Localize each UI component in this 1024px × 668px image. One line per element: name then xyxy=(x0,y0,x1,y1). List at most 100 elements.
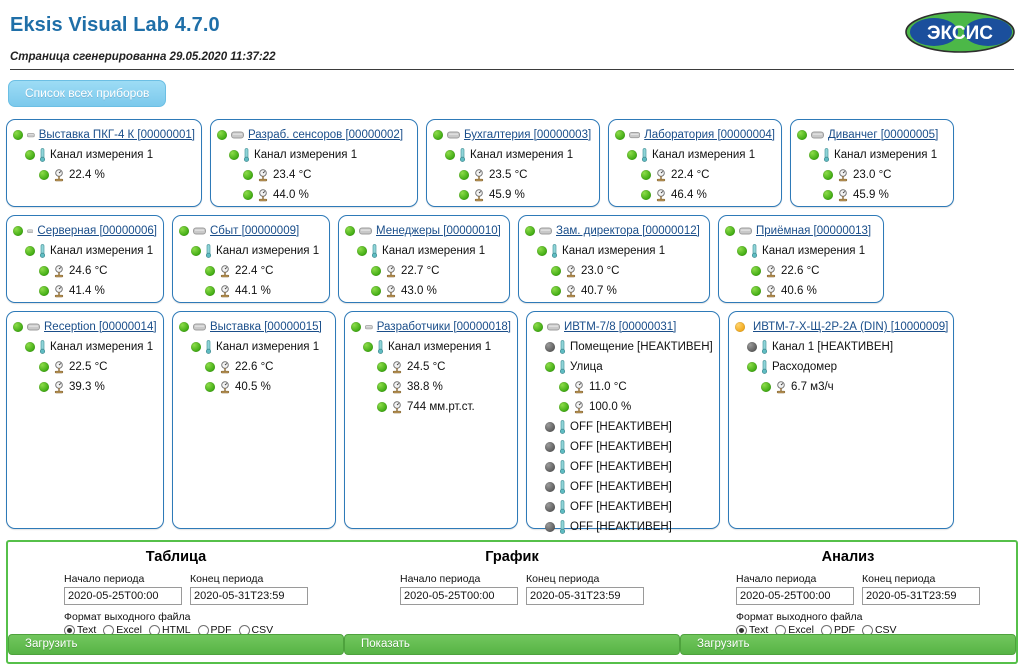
measurement-row: 38.8 % xyxy=(351,377,511,397)
output-format-label: Формат выходного файла xyxy=(64,611,191,623)
measurement-value: 22.4 % xyxy=(69,169,105,181)
svg-text:ЭКСИС: ЭКСИС xyxy=(927,23,993,44)
report-section: ТаблицаНачало периода Конец периода Формат… xyxy=(8,542,344,662)
measurement-value: 23.0 °C xyxy=(581,265,620,277)
measurement-value: 41.4 % xyxy=(69,285,105,297)
device-title-link[interactable]: Диванчег [00000005] xyxy=(828,129,938,141)
measurement-value: 22.4 °C xyxy=(235,265,274,277)
status-dot-green xyxy=(377,402,387,412)
channel-row: Канал измерения 1 xyxy=(615,145,775,165)
device-header-row: Разраб. сенсоров [00000002] xyxy=(217,125,411,145)
period-end-input[interactable] xyxy=(862,587,980,605)
device-card[interactable]: Разраб. сенсоров [00000002] Канал измерен… xyxy=(210,119,418,207)
period-end-input[interactable] xyxy=(526,587,644,605)
measurement-gauge-icon xyxy=(54,168,64,181)
device-title-link[interactable]: Разраб. сенсоров [00000002] xyxy=(248,129,403,141)
report-action-button[interactable]: Загрузить xyxy=(8,634,344,655)
status-dot-green xyxy=(377,382,387,392)
report-section: Анализ Начало периода Конец периода Формат … xyxy=(680,542,1016,662)
device-title-link[interactable]: Reception [00000014] xyxy=(44,321,157,333)
device-card[interactable]: Сбыт [00000009] Канал измерения 1 22.4 °C 4… xyxy=(172,215,330,303)
report-action-wrap: Показать xyxy=(344,634,680,655)
channel-row: Канал измерения 1 xyxy=(797,145,947,165)
device-title-link[interactable]: Сбыт [00000009] xyxy=(210,225,299,237)
device-card[interactable]: ИВТМ-7-Х-Щ-2Р-2А (DIN) [10000009] Канал 1… xyxy=(728,311,954,529)
device-title-link[interactable]: Зам. директора [00000012] xyxy=(556,225,700,237)
status-dot-green xyxy=(445,150,455,160)
device-title-link[interactable]: Выставка ПКГ-4 К [00000001] xyxy=(39,129,195,141)
status-dot-green xyxy=(545,362,555,372)
device-header-row: ИВТМ-7-Х-Щ-2Р-2А (DIN) [10000009] xyxy=(735,317,948,337)
device-title-link[interactable]: Серверная [00000006] xyxy=(37,225,157,237)
thermometer-icon xyxy=(559,500,566,514)
device-row-3: Reception [00000014] Канал измерения 1 22.… xyxy=(6,311,1018,534)
report-section-title: Анализ xyxy=(821,549,875,565)
device-title-link[interactable]: Менеджеры [00000010] xyxy=(376,225,501,237)
thermometer-icon xyxy=(243,148,250,162)
measurement-row: 45.9 % xyxy=(433,185,593,205)
period-start-label: Начало периода xyxy=(736,573,817,585)
device-card[interactable]: Серверная [00000006] Канал измерения 1 24.… xyxy=(6,215,164,303)
channel-row: OFF [НЕАКТИВЕН] xyxy=(533,477,713,497)
device-title-link[interactable]: ИВТМ-7-Х-Щ-2Р-2А (DIN) [10000009] xyxy=(753,321,948,333)
device-title-link[interactable]: Разработчики [00000018] xyxy=(377,321,511,333)
device-title-link[interactable]: Приёмная [00000013] xyxy=(756,225,871,237)
device-title-link[interactable]: Выставка [00000015] xyxy=(210,321,322,333)
report-action-button[interactable]: Показать xyxy=(344,634,680,655)
status-dot-green xyxy=(205,382,215,392)
measurement-gauge-icon xyxy=(386,264,396,277)
channel-label: OFF [НЕАКТИВЕН] xyxy=(570,441,672,453)
measurement-gauge-icon xyxy=(220,360,230,373)
device-card[interactable]: Лаборатория [00000004] Канал измерения 1 2… xyxy=(608,119,782,207)
channel-row: Канал измерения 1 xyxy=(217,145,411,165)
measurement-gauge-icon xyxy=(474,168,484,181)
thermometer-icon xyxy=(559,480,566,494)
device-card[interactable]: ИВТМ-7/8 [00000031] Помещение [НЕАКТИВЕН]… xyxy=(526,311,720,534)
status-dot-green xyxy=(747,362,757,372)
thermometer-icon xyxy=(559,360,566,374)
status-dot-green xyxy=(243,170,253,180)
device-card[interactable]: Диванчег [00000005] Канал измерения 1 23.0… xyxy=(790,119,954,207)
device-card[interactable]: Приёмная [00000013] Канал измерения 1 22.6… xyxy=(718,215,884,303)
device-card[interactable]: Бухгалтерия [00000003] Канал измерения 1 2… xyxy=(426,119,600,207)
channel-label: Канал измерения 1 xyxy=(834,149,938,161)
measurement-value: 22.6 °C xyxy=(235,361,274,373)
measurement-gauge-icon xyxy=(220,380,230,393)
measurement-row: 46.4 % xyxy=(615,185,775,205)
thermometer-icon xyxy=(559,460,566,474)
measurement-gauge-icon xyxy=(566,264,576,277)
device-card[interactable]: Зам. директора [00000012] Канал измерения… xyxy=(518,215,710,303)
measurement-row: 23.0 °C xyxy=(797,165,947,185)
device-card[interactable]: Разработчики [00000018] Канал измерения 1… xyxy=(344,311,518,529)
report-section-title: График xyxy=(485,549,539,565)
device-icon xyxy=(27,229,34,233)
status-dot-green xyxy=(191,342,201,352)
channel-label: OFF [НЕАКТИВЕН] xyxy=(570,521,672,533)
device-card[interactable]: Выставка ПКГ-4 К [00000001] Канал измерен… xyxy=(6,119,202,207)
status-dot-amber xyxy=(735,322,745,332)
device-card[interactable]: Reception [00000014] Канал измерения 1 22.… xyxy=(6,311,164,529)
period-start-input[interactable] xyxy=(400,587,518,605)
all-devices-button[interactable]: Список всех приборов xyxy=(8,80,167,107)
measurement-row: 22.4 °C xyxy=(179,261,323,281)
status-dot-green xyxy=(823,190,833,200)
measurement-value: 22.7 °C xyxy=(401,265,440,277)
device-title-link[interactable]: Лаборатория [00000004] xyxy=(644,129,775,141)
period-start-input[interactable] xyxy=(64,587,182,605)
channel-row: Канал измерения 1 xyxy=(13,145,195,165)
period-start-label: Начало периода xyxy=(64,573,145,585)
status-dot-green xyxy=(39,286,49,296)
device-title-link[interactable]: ИВТМ-7/8 [00000031] xyxy=(564,321,676,333)
device-card[interactable]: Менеджеры [00000010] Канал измерения 1 22.… xyxy=(338,215,510,303)
device-header-row: Выставка ПКГ-4 К [00000001] xyxy=(13,125,195,145)
page-root: Eksis Visual Lab 4.7.0 Страница сгенерир… xyxy=(0,0,1024,668)
device-icon xyxy=(193,227,206,234)
measurement-row: 744 мм.рт.ст. xyxy=(351,397,511,417)
report-action-button[interactable]: Загрузить xyxy=(680,634,1016,655)
device-card[interactable]: Выставка [00000015] Канал измерения 1 22.6… xyxy=(172,311,336,529)
channel-label: Канал измерения 1 xyxy=(50,149,154,161)
period-end-input[interactable] xyxy=(190,587,308,605)
period-start-input[interactable] xyxy=(736,587,854,605)
device-title-link[interactable]: Бухгалтерия [00000003] xyxy=(464,129,591,141)
measurement-row: 45.9 % xyxy=(797,185,947,205)
